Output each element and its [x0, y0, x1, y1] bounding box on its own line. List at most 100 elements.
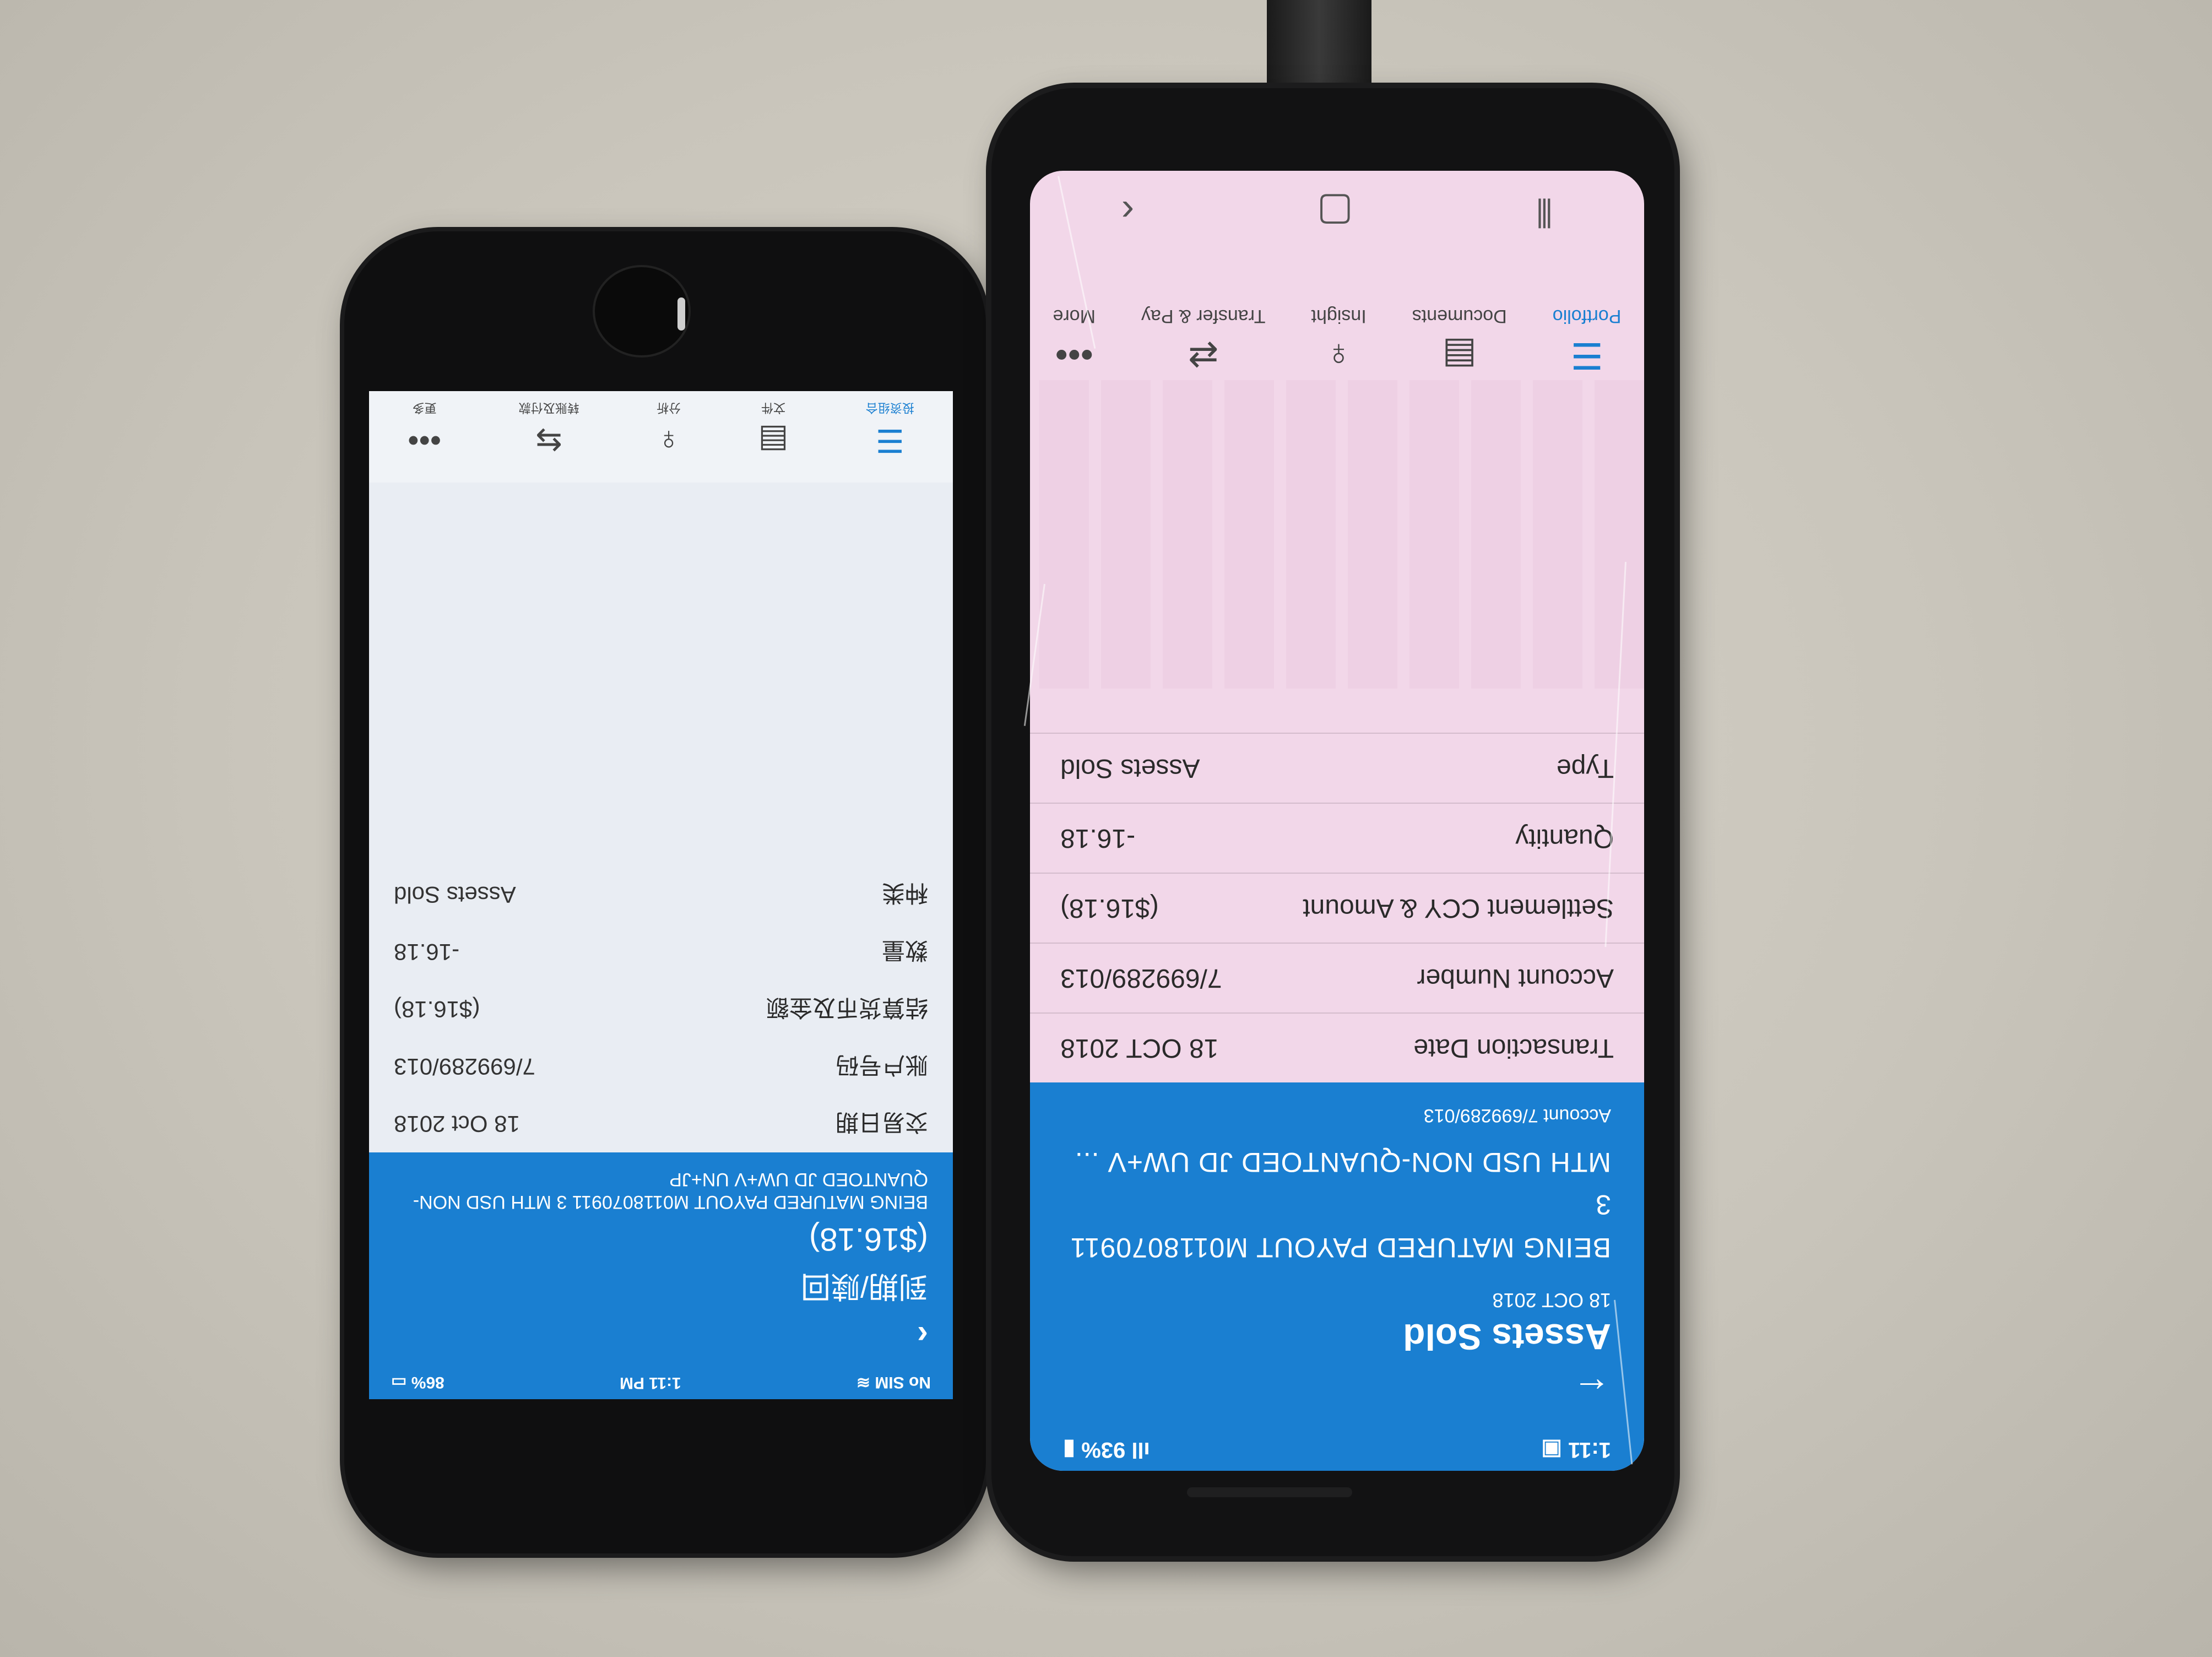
tab-label: 投资组合 [865, 401, 914, 415]
detail-list: 交易日期 18 Oct 2018 账户号码 7/699289/013 结算货币及… [369, 866, 953, 1152]
detail-label: 结算货币及金额 [766, 994, 928, 1021]
transaction-description: BEING MATURED PAYOUT M0118070911 3 MTH U… [1063, 1141, 1611, 1269]
status-bar: No SIM ≋ 1:11 PM 86% ▭ [369, 1366, 953, 1399]
battery-indicator: 86% ▭ [391, 1373, 444, 1392]
left-phone-screen: No SIM ≋ 1:11 PM 86% ▭ ‹ 到期/赎回 ($16.18) … [369, 391, 953, 1399]
detail-value: 18 OCT 2018 [1060, 1033, 1219, 1063]
tab-documents[interactable]: ▤ 文件 [758, 400, 789, 459]
tab-label: 文件 [761, 401, 785, 415]
transaction-amount: ($16.18) [809, 1221, 928, 1257]
lightbulb-icon: ♀ [1325, 335, 1353, 376]
right-phone: 1:11 ▣ ıll 93% ▮ ← Assets Sold 18 OCT 20… [991, 88, 1674, 1556]
back-arrow-icon[interactable]: ← [1063, 1363, 1611, 1413]
tab-label: 分析 [657, 401, 681, 415]
more-icon: ••• [1055, 335, 1093, 376]
detail-label: 交易日期 [835, 1109, 928, 1135]
detail-row: 种类 Assets Sold [369, 866, 953, 923]
bottom-tab-bar: ☰ Portfolio ▤ Documents ♀ Insight ⇄ Tran… [1030, 297, 1644, 399]
document-icon: ▤ [1442, 335, 1477, 376]
tab-documents[interactable]: ▤ Documents [1412, 305, 1507, 377]
status-bar: 1:11 ▣ ıll 93% ▮ [1030, 1429, 1644, 1471]
database-icon: ☰ [1570, 335, 1603, 376]
detail-label: Quantity [1515, 824, 1614, 853]
detail-value: ($16.18) [394, 997, 480, 1023]
detail-row: Type Assets Sold [1030, 733, 1644, 803]
tab-more[interactable]: ••• 更多 [408, 400, 441, 459]
detail-value: 7/699289/013 [1060, 963, 1222, 993]
detail-value: 7/699289/013 [394, 1054, 535, 1080]
detail-value: 18 Oct 2018 [394, 1111, 520, 1138]
database-icon: ☰ [875, 423, 904, 458]
tab-label: 转账及付款 [518, 401, 579, 415]
speaker-grille [1187, 1487, 1352, 1497]
description-line: BEING MATURED PAYOUT M0118070911 [1070, 1232, 1611, 1263]
tab-label: Portfolio [1552, 306, 1622, 327]
home-circle-icon[interactable]: ▢ [1317, 189, 1353, 235]
detail-label: Transaction Date [1413, 1033, 1614, 1063]
battery-indicator: ıll 93% ▮ [1063, 1438, 1150, 1463]
detail-value: -16.18 [394, 939, 460, 966]
wifi-icon: ≋ [856, 1373, 870, 1392]
tab-label: Documents [1412, 306, 1507, 327]
tab-transfer[interactable]: ⇆ 转账及付款 [519, 400, 579, 459]
detail-label: 种类 [881, 880, 928, 906]
battery-icon: ▭ [391, 1373, 407, 1392]
home-button[interactable] [595, 267, 688, 355]
system-nav-bar: ⦀ ▢ ‹ [1030, 171, 1644, 253]
detail-row: Account Number 7/699289/013 [1030, 943, 1644, 1013]
lightbulb-icon: ♀ [657, 423, 681, 458]
detail-value: Assets Sold [394, 882, 516, 908]
transfer-icon: ⇆ [535, 423, 562, 458]
detail-value: Assets Sold [1060, 754, 1200, 783]
detail-list: Transaction Date 18 OCT 2018 Account Num… [1030, 733, 1644, 1083]
status-time: 1:11 PM [619, 1374, 681, 1392]
tab-transfer[interactable]: ⇄ Transfer & Pay [1141, 305, 1265, 377]
transaction-date: 18 OCT 2018 [1492, 1289, 1611, 1312]
right-phone-screen: 1:11 ▣ ıll 93% ▮ ← Assets Sold 18 OCT 20… [1030, 171, 1644, 1471]
tab-portfolio[interactable]: ☰ 投资组合 [866, 400, 914, 459]
document-icon: ▤ [758, 423, 789, 458]
detail-row: 交易日期 18 Oct 2018 [369, 1095, 953, 1152]
battery-icon: ▮ [1063, 1438, 1076, 1463]
more-icon: ••• [408, 423, 442, 458]
description-line: 3 [1595, 1189, 1611, 1221]
detail-value: -16.18 [1060, 824, 1136, 853]
transaction-description: BEING MATURED PAYOUT M0118070911 3 MTH U… [413, 1169, 928, 1212]
notification-icon: ▣ [1541, 1438, 1563, 1463]
back-arrow-icon[interactable]: ‹ [394, 1317, 928, 1355]
keyboard-ghost-reflection [1030, 380, 1644, 689]
account-subtitle: Account 7/699289/013 [1423, 1105, 1611, 1127]
detail-row: Transaction Date 18 OCT 2018 [1030, 1012, 1644, 1083]
tab-more[interactable]: ••• More [1053, 305, 1096, 376]
transaction-header: ‹ 到期/赎回 ($16.18) BEING MATURED PAYOUT M0… [369, 1152, 953, 1366]
detail-value: ($16.18) [1060, 894, 1159, 923]
detail-row: Quantity -16.18 [1030, 803, 1644, 873]
tab-insight[interactable]: ♀ 分析 [657, 400, 681, 459]
bottom-tab-bar: ☰ 投资组合 ▤ 文件 ♀ 分析 ⇆ 转账及付款 ••• 更多 [369, 391, 953, 483]
detail-row: 账户号码 7/699289/013 [369, 1038, 953, 1095]
tab-portfolio[interactable]: ☰ Portfolio [1553, 305, 1622, 377]
detail-label: Type [1556, 754, 1614, 783]
transaction-header: ← Assets Sold 18 OCT 2018 BEING MATURED … [1030, 1082, 1644, 1429]
transfer-icon: ⇄ [1188, 335, 1219, 376]
carrier-label: No SIM ≋ [856, 1373, 931, 1392]
detail-label: 数量 [881, 937, 928, 963]
tab-insight[interactable]: ♀ Insight [1311, 305, 1367, 376]
detail-row: Settlement CCY & Amount ($16.18) [1030, 873, 1644, 943]
tab-label: Insight [1311, 306, 1367, 327]
description-line: MTH USD NON-QUANTOED JD UW+V ... [1074, 1147, 1611, 1178]
signal-icon: ıll [1131, 1438, 1150, 1463]
tab-label: Transfer & Pay [1141, 306, 1266, 327]
detail-label: Account Number [1417, 963, 1614, 993]
detail-row: 结算货币及金额 ($16.18) [369, 981, 953, 1038]
tab-label: 更多 [412, 401, 437, 415]
back-chevron-icon[interactable]: ‹ [1121, 190, 1134, 234]
recents-icon[interactable]: ⦀ [1536, 189, 1553, 235]
detail-label: Settlement CCY & Amount [1303, 894, 1614, 923]
detail-label: 账户号码 [835, 1052, 928, 1078]
left-phone: No SIM ≋ 1:11 PM 86% ▭ ‹ 到期/赎回 ($16.18) … [344, 231, 986, 1553]
detail-row: 数量 -16.18 [369, 923, 953, 981]
transaction-title: 到期/赎回 [800, 1270, 928, 1303]
transaction-title: Assets Sold [1403, 1317, 1611, 1357]
status-time: 1:11 ▣ [1541, 1438, 1611, 1463]
